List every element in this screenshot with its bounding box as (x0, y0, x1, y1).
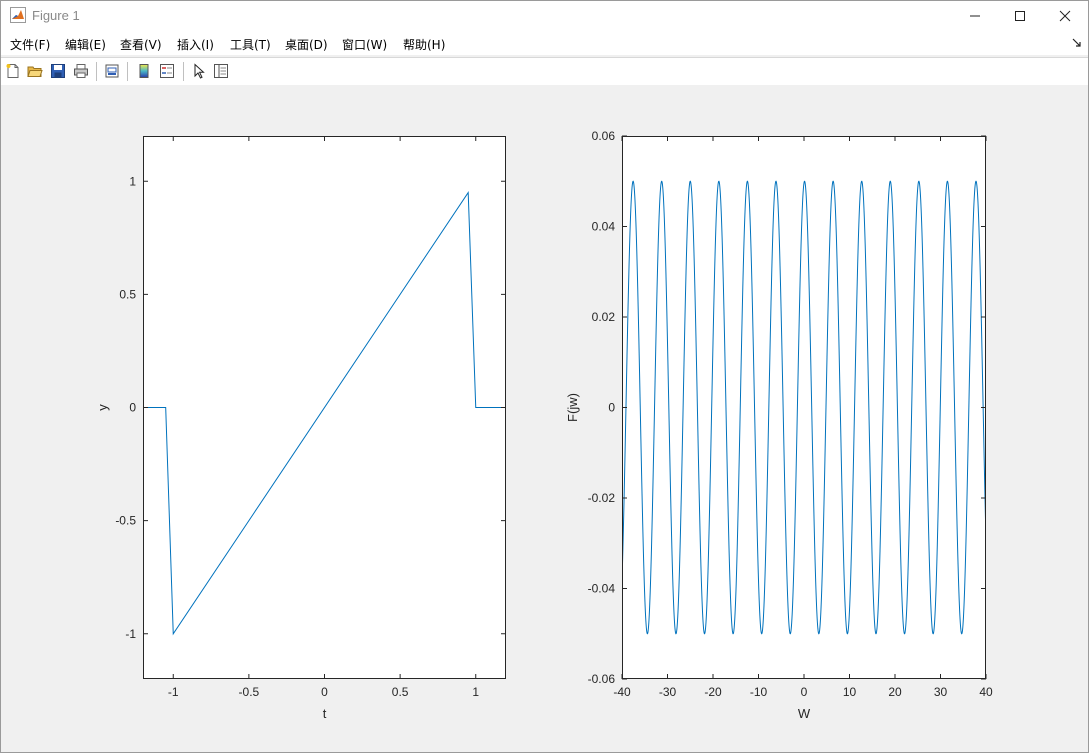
open-file-button[interactable] (25, 61, 45, 81)
y-tick-label: 0.02 (592, 310, 616, 324)
y-tick-label: -0.06 (588, 672, 616, 686)
figure-canvas: -1 -0.5 0 0.5 1 -1 -0.5 0 0.5 1 t y -40 -30 -20 -10 0 10 2… (1, 85, 1088, 752)
y-tick-label: -0.02 (588, 491, 616, 505)
colorbar-button[interactable] (134, 61, 154, 81)
link-plot-button[interactable] (102, 61, 122, 81)
menu-bar: 文件(F) 编辑(E) 查看(V) 插入(I) 工具(T) 桌面(D) 窗口(W… (1, 31, 1088, 55)
y-tick-label: -0.04 (588, 582, 616, 596)
y-tick-label: 0.04 (592, 220, 616, 234)
menu-file[interactable]: 文件(F) (10, 36, 50, 53)
print-button[interactable] (71, 61, 91, 81)
edit-plot-icon (194, 63, 205, 79)
toolbar (1, 57, 1088, 86)
menu-edit[interactable]: 编辑(E) (65, 36, 106, 53)
print-icon (74, 64, 88, 78)
menu-window[interactable]: 窗口(W) (342, 36, 387, 53)
toolbar-separator (127, 62, 128, 81)
colorbar-icon (139, 64, 149, 78)
x-tick-label: 1 (472, 685, 479, 699)
x-tick-label: 0 (801, 685, 808, 699)
close-icon (1059, 10, 1071, 22)
axes-1: -1 -0.5 0 0.5 1 -1 -0.5 0 0.5 1 t y (95, 136, 506, 721)
property-inspector-icon (214, 64, 228, 78)
window-title: Figure 1 (32, 8, 80, 23)
minimize-icon (970, 15, 980, 17)
new-figure-icon (6, 64, 19, 78)
axes-background (622, 136, 986, 679)
property-inspector-button[interactable] (211, 61, 231, 81)
y-tick-label: 0 (608, 401, 615, 415)
y-tick-label: -0.5 (115, 514, 136, 528)
y-tick-label: 1 (129, 174, 136, 188)
x-tick-label: 10 (843, 685, 857, 699)
title-bar[interactable]: Figure 1 (1, 1, 1088, 31)
x-tick-label: -1 (168, 685, 179, 699)
x-tick-label: 30 (934, 685, 948, 699)
figure-window: Figure 1 文件(F) 编辑(E) 查看(V) 插入(I) 工具(T) 桌… (0, 0, 1089, 753)
x-tick-label: -30 (659, 685, 677, 699)
axes-2: -40 -30 -20 -10 0 10 20 30 40 -0.06 -0.04 -0.02 0 0.0… (565, 129, 993, 721)
menu-insert[interactable]: 插入(I) (177, 36, 214, 53)
x-tick-label: -10 (750, 685, 768, 699)
y-tick-label: 0 (129, 401, 136, 415)
maximize-icon (1015, 11, 1025, 21)
x-axis-label: W (798, 706, 811, 721)
menu-desktop[interactable]: 桌面(D) (285, 36, 328, 53)
menu-help[interactable]: 帮助(H) (403, 36, 445, 53)
x-tick-label: 40 (979, 685, 993, 699)
x-tick-label: 20 (888, 685, 902, 699)
matlab-logo-icon (10, 7, 26, 23)
new-figure-button[interactable] (3, 61, 23, 81)
x-tick-label: -40 (613, 685, 631, 699)
legend-button[interactable] (157, 61, 177, 81)
open-file-icon (27, 66, 43, 77)
edit-plot-button[interactable] (189, 61, 209, 81)
link-plot-icon (105, 64, 119, 78)
maximize-button[interactable] (997, 1, 1043, 31)
y-tick-label: 0.06 (592, 129, 616, 143)
menu-tools[interactable]: 工具(T) (230, 36, 271, 53)
x-tick-label: 0.5 (392, 685, 409, 699)
y-tick-label: 0.5 (119, 287, 136, 301)
menu-view[interactable]: 查看(V) (120, 36, 162, 53)
toolbar-separator (183, 62, 184, 81)
dock-arrow-icon[interactable] (1072, 38, 1082, 48)
minimize-button[interactable] (952, 1, 998, 31)
x-tick-label: -0.5 (239, 685, 260, 699)
y-axis-label: F(jw) (565, 393, 580, 422)
save-icon (51, 64, 65, 78)
x-axis-label: t (323, 706, 327, 721)
x-tick-label: 0 (321, 685, 328, 699)
close-button[interactable] (1042, 1, 1088, 31)
save-button[interactable] (48, 61, 68, 81)
plot-canvas[interactable]: -1 -0.5 0 0.5 1 -1 -0.5 0 0.5 1 t y -40 -30 -20 -10 0 10 2… (1, 85, 1088, 752)
legend-icon (160, 64, 174, 78)
y-axis-label: y (95, 404, 110, 411)
y-tick-label: -1 (125, 627, 136, 641)
toolbar-separator (96, 62, 97, 81)
x-tick-label: -20 (704, 685, 722, 699)
